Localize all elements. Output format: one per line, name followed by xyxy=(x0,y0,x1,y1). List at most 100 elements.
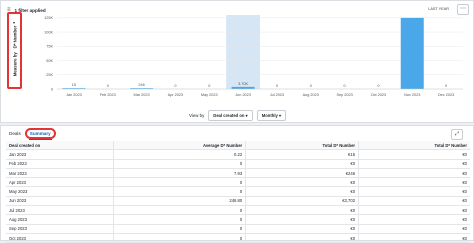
table-cell: €0 xyxy=(358,205,470,216)
column-header[interactable]: Average D* Number xyxy=(113,141,247,151)
data-label: 0 xyxy=(377,84,379,88)
table-cell: 7.93 xyxy=(113,168,247,179)
table-cell: €0 xyxy=(358,196,470,207)
table-cell: 0 xyxy=(113,205,247,216)
table-cell: Oct 2023 xyxy=(6,233,115,243)
chevron-down-icon: ▾ xyxy=(279,113,282,118)
table-cell: €15 xyxy=(245,149,360,160)
table-cell: €0 xyxy=(358,186,470,197)
table-cell: €246 xyxy=(245,168,360,179)
data-label: 3.70K xyxy=(238,82,248,86)
table-header-row: Deal created on Average D* Number Total … xyxy=(6,141,470,151)
table-cell: Mar 2023 xyxy=(6,168,115,179)
table-row[interactable]: Mar 2023 7.93 €246 €0 xyxy=(6,168,470,179)
table-cell: €0 xyxy=(245,224,360,234)
table-cell: 0 xyxy=(113,159,247,169)
x-tick-label: Jul 2023 xyxy=(270,93,284,97)
table-cell: 246.80 xyxy=(113,196,247,207)
summary-table: Deal created on Average D* Number Total … xyxy=(6,141,470,243)
table-cell: €0 xyxy=(358,149,470,160)
table-cell: €0 xyxy=(245,177,360,188)
table-cell: 0 xyxy=(113,214,247,225)
expand-icon[interactable]: ⤢ xyxy=(451,129,463,140)
table-row[interactable]: Sep 2023 0 €0 €0 xyxy=(6,224,470,234)
table-cell: €0 xyxy=(245,214,360,225)
x-tick-label: Jun 2023 xyxy=(235,93,251,97)
y-tick-label: 0 xyxy=(51,87,53,91)
table-row[interactable]: Jul 2023 0 €0 €0 xyxy=(6,205,470,216)
table-cell: Jan 2023 xyxy=(6,149,115,160)
x-tick-label: Feb 2023 xyxy=(100,93,116,97)
view-tabs: Deals Summary xyxy=(9,128,56,140)
x-tick-label: Sep 2023 xyxy=(336,93,352,97)
table-cell: €0 xyxy=(358,224,470,234)
data-label: 15 xyxy=(72,83,76,87)
bar[interactable] xyxy=(400,17,424,89)
y-tick-label: 25K xyxy=(46,73,53,77)
table-cell: €0 xyxy=(245,186,360,197)
column-header[interactable]: Total D* Number xyxy=(358,141,470,151)
table-cell: €0 xyxy=(358,159,470,169)
table-row[interactable]: Aug 2023 0 €0 €0 xyxy=(6,214,470,225)
x-tick-label: Aug 2023 xyxy=(303,93,319,97)
x-tick-label: Nov 2023 xyxy=(404,93,420,97)
table-row[interactable]: Jun 2023 246.80 €3,702 €0 xyxy=(6,196,470,207)
column-header[interactable]: Deal created on xyxy=(6,141,115,151)
table-cell: €0 xyxy=(358,214,470,225)
table-cell: 0.22 xyxy=(113,149,247,160)
y-tick-label: 50K xyxy=(46,59,53,63)
data-label: 0 xyxy=(174,84,176,88)
data-label: 0 xyxy=(310,84,312,88)
interval-dropdown[interactable]: Monthly ▾ xyxy=(256,110,287,121)
table-cell: Jul 2023 xyxy=(6,205,115,216)
data-label: 0 xyxy=(107,84,109,88)
x-tick-label: Mar 2023 xyxy=(134,93,150,97)
table-cell: €0 xyxy=(358,233,470,243)
table-row[interactable]: Feb 2023 0 €0 €0 xyxy=(6,159,470,169)
table-cell: €0 xyxy=(245,159,360,169)
table-cell: Sep 2023 xyxy=(6,224,115,234)
table-cell: €0 xyxy=(245,233,360,243)
x-tick-label: May 2023 xyxy=(201,93,218,97)
table-cell: Aug 2023 xyxy=(6,214,115,225)
view-by-controls: View by Deal created on ▾ Monthly ▾ xyxy=(189,110,287,121)
x-tick-label: Dec 2023 xyxy=(438,93,454,97)
data-label: 246 xyxy=(138,83,144,87)
chart-panel: ≡ 1 filter applied LAST YEAR ⋯ ▾ Measure… xyxy=(0,0,474,123)
table-cell: €0 xyxy=(245,205,360,216)
y-tick-label: 125K xyxy=(44,16,53,20)
chevron-down-icon: ▾ xyxy=(245,113,248,118)
table-row[interactable]: Apr 2023 0 €0 €0 xyxy=(6,177,470,188)
table-cell: 0 xyxy=(113,233,247,243)
data-label: 0 xyxy=(344,84,346,88)
x-tick-label: Oct 2023 xyxy=(371,93,386,97)
bar[interactable] xyxy=(231,86,255,89)
group-by-value: Deal created on xyxy=(213,113,245,118)
tab-deals[interactable]: Deals xyxy=(9,131,21,136)
data-label: 0 xyxy=(445,84,447,88)
table-row[interactable]: Oct 2023 0 €0 €0 xyxy=(6,233,470,243)
table-row[interactable]: May 2023 0 €0 €0 xyxy=(6,186,470,197)
tab-summary[interactable]: Summary xyxy=(24,128,56,140)
y-tick-label: 100K xyxy=(44,30,53,34)
table-cell: Feb 2023 xyxy=(6,159,115,169)
table-cell: €0 xyxy=(358,177,470,188)
view-by-label: View by xyxy=(189,113,205,118)
table-cell: 0 xyxy=(113,224,247,234)
table-cell: €0 xyxy=(358,168,470,179)
table-cell: Jun 2023 xyxy=(6,196,115,207)
table-cell: Apr 2023 xyxy=(6,177,115,188)
x-tick-label: Jan 2023 xyxy=(66,93,82,97)
interval-value: Monthly xyxy=(261,113,278,118)
table-panel: Deals Summary ⤢ Deal created on Average … xyxy=(0,125,474,243)
table-row[interactable]: Jan 2023 0.22 €15 €0 xyxy=(6,149,470,160)
group-by-dropdown[interactable]: Deal created on ▾ xyxy=(208,110,253,121)
data-label: 0 xyxy=(208,84,210,88)
table-cell: 0 xyxy=(113,177,247,188)
data-label: 0 xyxy=(276,84,278,88)
x-tick-label: Apr 2023 xyxy=(168,93,183,97)
y-tick-label: 75K xyxy=(46,45,53,49)
column-header[interactable]: Total D* Number xyxy=(245,141,360,151)
table-cell: May 2023 xyxy=(6,186,115,197)
table-cell: 0 xyxy=(113,186,247,197)
